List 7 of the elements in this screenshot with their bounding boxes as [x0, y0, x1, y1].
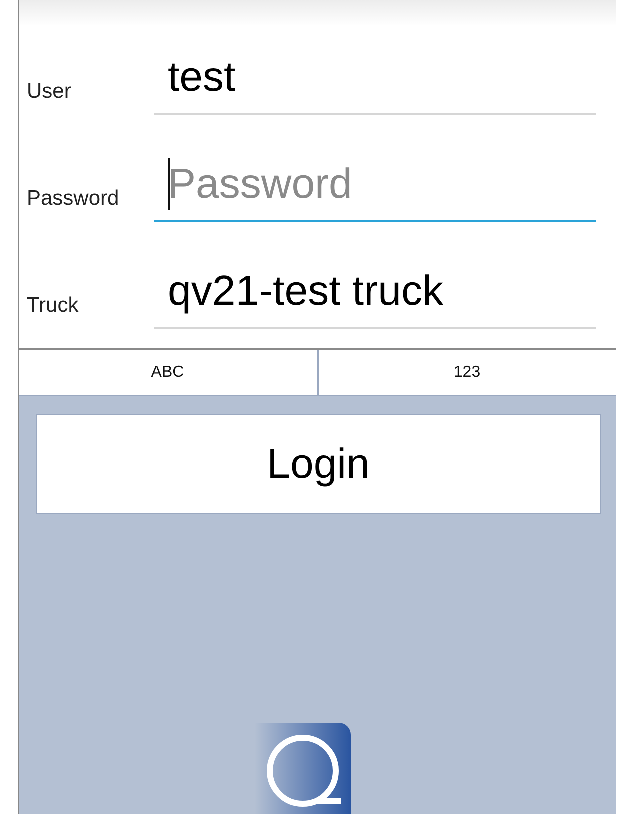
- field-label: Truck: [26, 294, 80, 319]
- field-label: Password: [26, 187, 120, 212]
- input-field[interactable]: qv21-test truck: [154, 255, 596, 329]
- field-label: User: [26, 80, 72, 105]
- input-field[interactable]: test: [154, 41, 596, 115]
- input-field[interactable]: Password: [154, 148, 596, 222]
- login-button[interactable]: Login: [36, 414, 601, 514]
